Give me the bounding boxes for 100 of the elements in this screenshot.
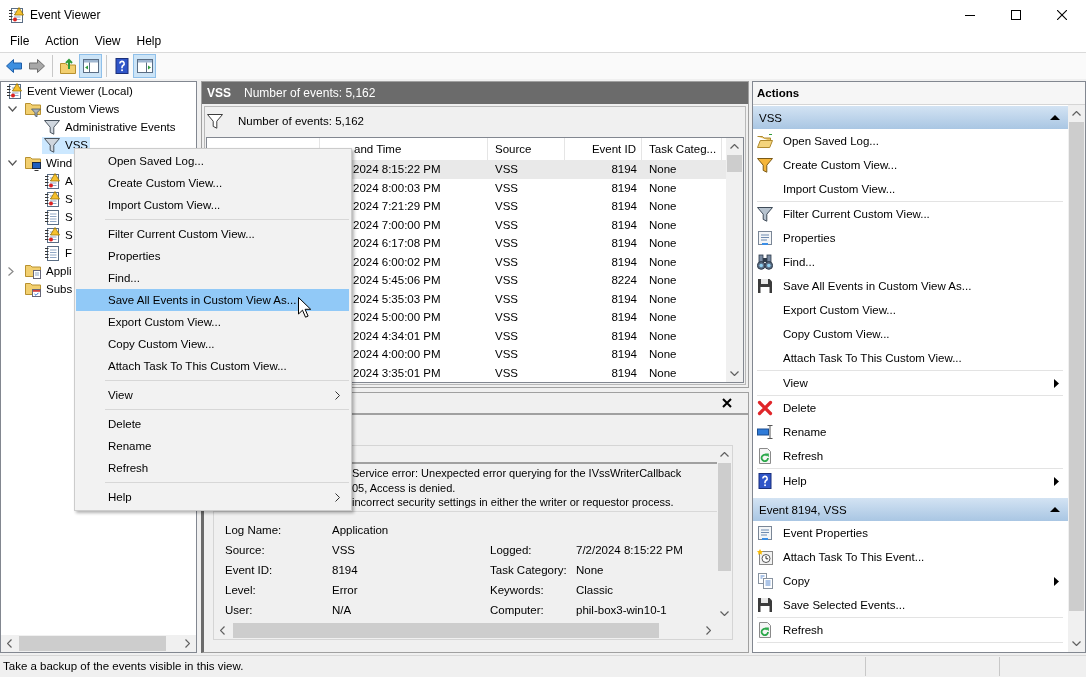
tree-item[interactable]: S	[42, 190, 75, 208]
scrollbar-thumb[interactable]	[233, 623, 659, 638]
event-row[interactable]: 2024 7:00:00 PM VSS 8194 None	[352, 215, 726, 234]
expanded-chevron-icon[interactable]	[8, 106, 17, 112]
event-row[interactable]: 2024 5:00:00 PM VSS 8194 None	[352, 308, 726, 327]
tree-item[interactable]: Wind	[23, 154, 75, 172]
menu-item[interactable]: Refresh	[76, 457, 349, 479]
tree-item[interactable]: Event Viewer (Local)	[4, 82, 135, 100]
menu-item[interactable]: Find...	[76, 267, 349, 289]
notebook-warning-icon	[44, 191, 60, 207]
command-link[interactable]: Save Selected Events...	[753, 593, 1068, 617]
menu-item[interactable]: Filter Current Custom View...	[76, 223, 349, 245]
table-cell: 2024 7:00:00 PM	[353, 218, 441, 231]
tree-item[interactable]: Custom Views	[23, 100, 122, 118]
field-value: VSS	[332, 543, 356, 556]
event-row[interactable]: 2024 5:45:06 PM VSS 8224 None	[352, 271, 726, 290]
tree-item[interactable]: S	[42, 226, 75, 244]
window-list-icon	[757, 230, 773, 246]
field-label: Task Category:	[490, 563, 568, 576]
table-cell: VSS	[495, 218, 518, 231]
tree-item[interactable]: Appli	[23, 262, 74, 280]
menu-item[interactable]: Properties	[76, 245, 349, 267]
command-link[interactable]: Delete	[753, 396, 1068, 420]
menu-item[interactable]: Save All Events in Custom View As...	[76, 289, 349, 311]
command-link[interactable]: Import Custom View...	[753, 177, 1068, 201]
menu-item[interactable]: Delete	[76, 413, 349, 435]
command-link[interactable]: Copy	[753, 569, 1068, 593]
command-link[interactable]: Attach Task To This Custom View...	[753, 346, 1068, 370]
scrollbar-thumb[interactable]	[1069, 122, 1084, 611]
menu-item[interactable]: Export Custom View...	[76, 311, 349, 333]
tree-item[interactable]: Administrative Events	[42, 118, 178, 136]
table-cell: VSS	[495, 292, 518, 305]
vertical-scrollbar[interactable]	[1068, 105, 1085, 652]
tree-item[interactable]: A	[42, 172, 75, 190]
command-link[interactable]: Copy Custom View...	[753, 322, 1068, 346]
menu-item[interactable]: Import Custom View...	[76, 194, 349, 216]
tree-item[interactable]: S	[42, 208, 75, 226]
menu-item[interactable]: Help	[128, 31, 170, 51]
command-link[interactable]: Attach Task To This Event...	[753, 545, 1068, 569]
section-header[interactable]: VSS	[753, 106, 1068, 129]
event-row[interactable]: 2024 3:35:01 PM VSS 8194 None	[352, 363, 726, 382]
close-button[interactable]	[720, 396, 734, 410]
command-link[interactable]: Find...	[753, 250, 1068, 274]
notebook-icon	[44, 245, 60, 261]
command-link[interactable]: Export Custom View...	[753, 298, 1068, 322]
command-link[interactable]: View	[753, 371, 1068, 395]
command-link[interactable]: Refresh	[753, 444, 1068, 468]
close-icon	[1057, 10, 1067, 20]
copy-icon	[757, 573, 773, 589]
field-label: User:	[225, 603, 254, 616]
scrollbar-thumb[interactable]	[19, 636, 166, 651]
menu-item[interactable]: Copy Custom View...	[76, 333, 349, 355]
command-link[interactable]: Refresh	[753, 618, 1068, 642]
event-row[interactable]: 2024 4:34:01 PM VSS 8194 None	[352, 326, 726, 345]
command-link[interactable]: Event Properties	[753, 521, 1068, 545]
tree-item[interactable]: Subs	[23, 280, 75, 298]
table-cell: VSS	[495, 329, 518, 342]
collapse-arrow-icon[interactable]	[1050, 115, 1060, 120]
event-row[interactable]: 2024 7:21:29 PM VSS 8194 None	[352, 197, 726, 216]
expanded-chevron-icon[interactable]	[8, 160, 17, 166]
field-label: Keywords:	[490, 583, 545, 596]
command-link[interactable]: Open Saved Log...	[753, 129, 1068, 153]
event-row[interactable]: 2024 6:00:02 PM VSS 8194 None	[352, 252, 726, 271]
menu-item[interactable]: File	[2, 31, 38, 51]
event-row[interactable]: 2024 5:35:03 PM VSS 8194 None	[352, 289, 726, 308]
vertical-scrollbar[interactable]	[726, 138, 743, 382]
table-cell: 2024 4:00:00 PM	[353, 348, 441, 361]
command-link[interactable]: Save All Events in Custom View As...	[753, 274, 1068, 298]
field-value: N/A	[332, 603, 353, 616]
scrollbar-thumb[interactable]	[718, 463, 731, 571]
event-row[interactable]: 2024 4:00:00 PM VSS 8194 None	[352, 345, 726, 364]
menu-item[interactable]: Action	[37, 31, 87, 51]
menu-item[interactable]: Help	[76, 486, 349, 508]
event-row[interactable]: 2024 8:15:22 PM VSS 8194 None	[352, 160, 726, 179]
horizontal-scrollbar[interactable]	[1, 635, 196, 652]
scrollbar-thumb[interactable]	[727, 155, 742, 172]
table-cell: VSS	[495, 274, 518, 287]
minimize-icon	[965, 14, 975, 16]
notebook-warning-icon	[44, 227, 60, 243]
table-cell: 8194	[611, 237, 637, 250]
menu-item[interactable]: Attach Task To This Custom View...	[76, 355, 349, 377]
column-header[interactable]: and Time	[354, 143, 402, 155]
menu-item[interactable]: View	[76, 384, 349, 406]
command-link[interactable]: Properties	[753, 226, 1068, 250]
command-link[interactable]: Filter Current Custom View...	[753, 202, 1068, 226]
collapse-arrow-icon[interactable]	[1050, 507, 1060, 512]
menu-item[interactable]: Rename	[76, 435, 349, 457]
delete-icon	[757, 400, 773, 416]
command-link[interactable]: Create Custom View...	[753, 153, 1068, 177]
menu-item[interactable]: View	[86, 31, 129, 51]
command-link[interactable]: Rename	[753, 420, 1068, 444]
menu-item[interactable]: Create Custom View...	[76, 172, 349, 194]
event-row[interactable]: 2024 6:17:08 PM VSS 8194 None	[352, 234, 726, 253]
command-link[interactable]: Help	[753, 469, 1068, 493]
tree-item[interactable]: F	[42, 244, 75, 262]
section-header[interactable]: Event 8194, VSS	[753, 498, 1068, 521]
event-row[interactable]: 2024 8:00:03 PM VSS 8194 None	[352, 178, 726, 197]
table-cell: 8224	[611, 274, 637, 287]
collapsed-chevron-icon[interactable]	[8, 266, 14, 276]
field-value: 7/2/2024 8:15:22 PM	[576, 543, 684, 556]
